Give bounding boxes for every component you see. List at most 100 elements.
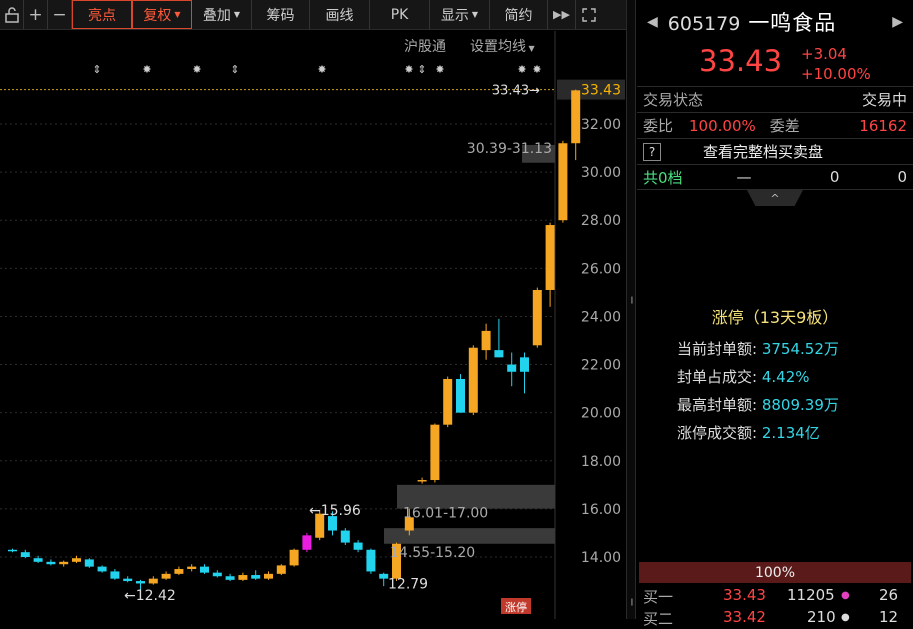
- y-tick-label: 28.00: [581, 213, 621, 229]
- prev-stock-icon[interactable]: ◀: [647, 14, 658, 30]
- candle-body[interactable]: [430, 424, 440, 481]
- candle-body[interactable]: [238, 575, 248, 580]
- candle-body[interactable]: [20, 552, 30, 557]
- toolbar-adjust-button[interactable]: 复权 ▼: [132, 0, 192, 29]
- chevron-up-icon: ^: [747, 190, 803, 206]
- scroll-handle-icon[interactable]: ❙: [629, 598, 635, 606]
- candle-body[interactable]: [366, 549, 376, 572]
- candle-body[interactable]: [264, 573, 273, 579]
- help-icon[interactable]: ?: [643, 142, 661, 161]
- candle-body[interactable]: [558, 143, 568, 221]
- bid-row-2[interactable]: 买二 33.42 210 ● 12: [637, 606, 913, 628]
- candle-body[interactable]: [187, 566, 197, 570]
- candle-body[interactable]: [136, 581, 145, 584]
- gap-label: 14.55-15.20: [390, 545, 475, 561]
- toolbar-highlight-button[interactable]: 亮点: [72, 0, 132, 29]
- candle-body[interactable]: [379, 573, 389, 579]
- candle-body[interactable]: [110, 571, 120, 579]
- event-marker-icon: ✸: [317, 63, 326, 76]
- last-price: 33.43: [699, 44, 783, 78]
- kline-svg: 32.00 30.00 28.00 26.00 24.00 22.00 20.00 18.00…: [0, 31, 625, 619]
- candle-body[interactable]: [225, 576, 235, 580]
- kline-chart[interactable]: 32.00 30.00 28.00 26.00 24.00 22.00 20.00 18.00…: [0, 31, 626, 619]
- candle-body[interactable]: [545, 225, 555, 290]
- candle-body[interactable]: [46, 561, 56, 565]
- last-high-marker: 33.43→: [492, 84, 540, 99]
- candle-body[interactable]: [8, 549, 17, 552]
- full-depth-row[interactable]: ? 查看完整档买卖盘: [637, 138, 913, 164]
- dot-icon: ●: [841, 590, 850, 601]
- candle-body[interactable]: [443, 378, 453, 425]
- y-tick-label: 30.00: [581, 165, 621, 181]
- stock-name: 一鸣食品: [748, 11, 837, 35]
- current-price-tag: 33.43: [581, 83, 621, 99]
- bid-ratio-bar: 100%: [639, 562, 911, 583]
- candle-body[interactable]: [507, 364, 517, 372]
- gap-label: 30.39-31.13: [467, 141, 552, 157]
- candle-body[interactable]: [289, 549, 299, 566]
- toolbar-chips-button[interactable]: 筹码: [252, 0, 310, 29]
- candle-body[interactable]: [123, 578, 133, 582]
- fast-forward-icon[interactable]: ▶▶: [548, 0, 576, 29]
- candle-body[interactable]: [353, 542, 363, 550]
- candle-body[interactable]: [200, 566, 209, 573]
- candle-body[interactable]: [481, 330, 491, 351]
- panel-divider[interactable]: ❙❙ ❙: [626, 0, 641, 619]
- y-tick-label: 14.00: [581, 550, 621, 566]
- fullscreen-icon[interactable]: [576, 0, 602, 29]
- toolbar-display-button[interactable]: 显示 ▼: [430, 0, 490, 29]
- high-marker: ←15.96: [309, 503, 361, 519]
- zoom-in-icon[interactable]: +: [24, 0, 48, 29]
- candle-body[interactable]: [520, 357, 529, 372]
- toolbar-pk-button[interactable]: PK: [370, 0, 430, 29]
- candle-body[interactable]: [174, 569, 184, 574]
- seal-amount-row: 当前封单额: 3754.52万: [677, 340, 839, 358]
- toolbar-overlay-button[interactable]: 叠加 ▼: [192, 0, 252, 29]
- bid-row-1[interactable]: 买一 33.43 11205 ● 26: [637, 584, 913, 606]
- order-ratio-row: 委比 100.00% 委差 16162: [637, 112, 913, 138]
- event-marker-icon: ✸: [517, 63, 526, 76]
- toolbar-draw-button[interactable]: 画线: [310, 0, 370, 29]
- low-marker: ←12.42: [124, 588, 176, 604]
- chevron-down-icon: ▼: [174, 10, 181, 19]
- gap-label: 16.01-17.00: [403, 505, 488, 521]
- event-marker-icon: ⇕: [417, 63, 426, 76]
- event-marker-icon: ✸: [404, 63, 413, 76]
- max-seal-row: 最高封单额: 8809.39万: [677, 396, 839, 414]
- chevron-down-icon: ▼: [233, 10, 241, 19]
- candle-body[interactable]: [251, 575, 261, 579]
- collapse-button[interactable]: ^: [637, 190, 913, 208]
- candle-body[interactable]: [72, 558, 81, 562]
- full-depth-link[interactable]: 查看完整档买卖盘: [703, 141, 823, 162]
- candle-body[interactable]: [97, 566, 107, 572]
- y-tick-label: 16.00: [581, 502, 621, 518]
- candle-body[interactable]: [468, 347, 478, 413]
- y-tick-label: 18.00: [581, 454, 621, 470]
- candle-body[interactable]: [417, 480, 427, 482]
- candle-body[interactable]: [532, 289, 542, 346]
- candle-body[interactable]: [302, 535, 312, 550]
- candle-body[interactable]: [33, 558, 43, 562]
- candle-body[interactable]: [276, 565, 286, 574]
- next-stock-icon[interactable]: ▶: [892, 14, 903, 30]
- candle-body[interactable]: [212, 572, 222, 577]
- quote-header: ◀ 605179 一鸣食品 ▶: [637, 0, 913, 44]
- candle-body[interactable]: [84, 559, 94, 567]
- toolbar-simple-button[interactable]: 简约: [490, 0, 548, 29]
- candle-body[interactable]: [571, 90, 581, 144]
- candle-body[interactable]: [340, 530, 350, 543]
- zoom-out-icon[interactable]: −: [48, 0, 72, 29]
- y-tick-label: 26.00: [581, 261, 621, 277]
- y-tick-label: 22.00: [581, 358, 621, 374]
- candle-body[interactable]: [494, 350, 504, 358]
- low-marker-2: 12.79: [388, 576, 428, 592]
- trading-status-row: 交易状态 交易中: [637, 86, 913, 112]
- event-marker-icon: ✸: [435, 63, 444, 76]
- candle-body[interactable]: [456, 378, 465, 413]
- candle-body[interactable]: [59, 561, 69, 565]
- quote-panel: ◀ 605179 一鸣食品 ▶ 33.43 +3.04 +10.00% 交易状态…: [637, 0, 913, 628]
- lock-icon[interactable]: [0, 0, 24, 29]
- candle-body[interactable]: [148, 578, 158, 584]
- candle-body[interactable]: [161, 573, 171, 579]
- y-tick-label: 20.00: [581, 406, 621, 422]
